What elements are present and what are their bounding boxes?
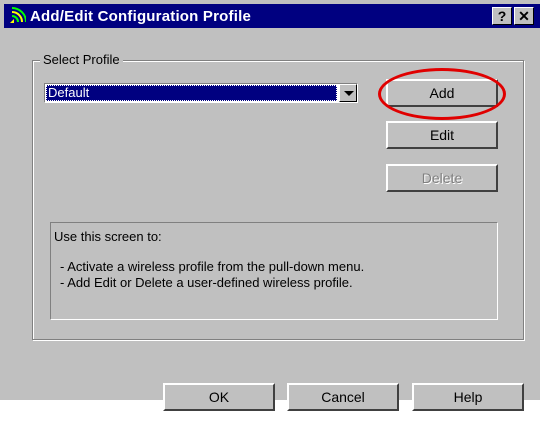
cancel-button[interactable]: Cancel xyxy=(287,383,399,411)
window-title: Add/Edit Configuration Profile xyxy=(30,8,251,25)
info-panel: Use this screen to: - Activate a wireles… xyxy=(50,222,498,320)
title-bar[interactable]: Add/Edit Configuration Profile ? ✕ xyxy=(4,4,540,28)
select-profile-label: Select Profile xyxy=(40,52,123,67)
add-button[interactable]: Add xyxy=(386,79,498,107)
help-title-button[interactable]: ? xyxy=(492,7,512,25)
chevron-down-icon[interactable] xyxy=(339,84,357,102)
wireless-signal-icon xyxy=(10,7,26,23)
info-line: - Activate a wireless profile from the p… xyxy=(60,259,365,274)
selected-profile-value: Default xyxy=(46,85,337,101)
info-line: - Add Edit or Delete a user-defined wire… xyxy=(60,275,353,290)
info-heading: Use this screen to: xyxy=(54,229,162,244)
help-button[interactable]: Help xyxy=(412,383,524,411)
ok-button[interactable]: OK xyxy=(163,383,275,411)
profile-dropdown[interactable]: Default xyxy=(44,83,358,103)
dialog-window: Add/Edit Configuration Profile ? ✕ Selec… xyxy=(0,0,540,411)
close-title-button[interactable]: ✕ xyxy=(514,7,534,25)
close-icon: ✕ xyxy=(518,8,530,24)
edit-button[interactable]: Edit xyxy=(386,121,498,149)
delete-button[interactable]: Delete xyxy=(386,164,498,192)
